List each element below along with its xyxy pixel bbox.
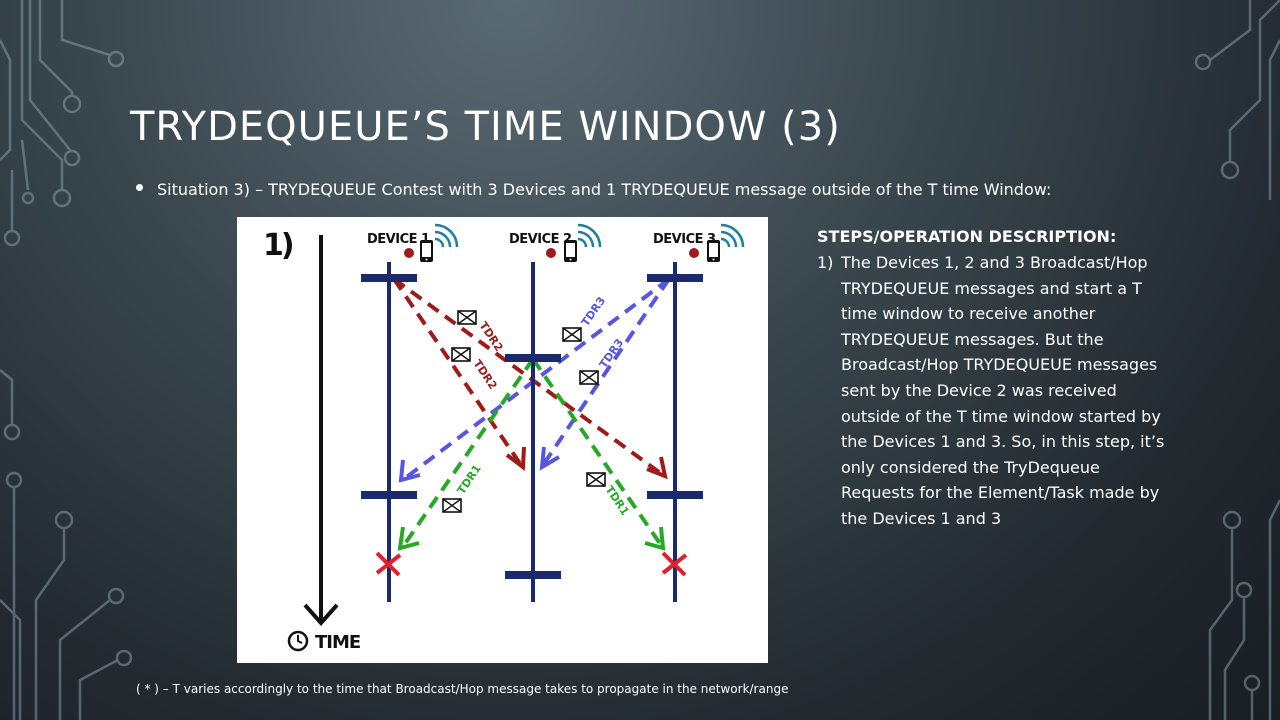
time-axis <box>303 235 339 627</box>
device-3-wifi-icon <box>719 223 745 249</box>
steps-panel: STEPS/OPERATION DESCRIPTION: 1) The Devi… <box>817 226 1167 532</box>
tdr3-envelope-a-icon <box>562 327 582 342</box>
diagram-step-number: 1) <box>263 228 293 263</box>
device-1-wifi-icon <box>433 223 459 249</box>
tdr3-envelope-b-icon <box>579 370 599 385</box>
time-label: TIME <box>315 632 360 653</box>
step-text: The Devices 1, 2 and 3 Broadcast/Hop TRY… <box>841 253 1165 528</box>
device-3-label: DEVICE 3 <box>653 232 716 247</box>
device-1-phone-icon <box>420 240 433 262</box>
device-2-label: DEVICE 2 <box>509 232 572 247</box>
tdr1-label-b: TDR1 <box>603 483 632 517</box>
tdr3-label-a: TDR3 <box>579 294 608 328</box>
clock-icon <box>287 630 309 652</box>
tdr2-label-a: TDR2 <box>477 319 506 353</box>
device-2-wifi-icon <box>576 223 602 249</box>
tdr3-label-b: TDR3 <box>597 336 626 370</box>
tdr3-arrow-to-device1 <box>402 277 671 481</box>
device-1-status-dot <box>404 248 414 258</box>
bullet-dot <box>136 184 143 191</box>
situation-bullet: Situation 3) – TRYDEQUEUE Contest with 3… <box>136 180 1051 199</box>
step-number: 1) <box>817 253 834 272</box>
tdr2-label-b: TDR2 <box>471 357 500 391</box>
step-item: 1) The Devices 1, 2 and 3 Broadcast/Hop … <box>817 250 1167 532</box>
tdr1-envelope-a-icon <box>442 498 462 513</box>
tdr2-envelope-b-icon <box>451 347 471 362</box>
slide-title: TRYDEQUEUE’S TIME WINDOW (3) <box>130 104 841 150</box>
device-2-status-dot <box>546 248 556 258</box>
sequence-diagram-svg: 1) TIME DEVICE 1 DEVICE 2 DEVICE 3 TDR2 … <box>263 223 745 653</box>
steps-heading: STEPS/OPERATION DESCRIPTION: <box>817 227 1117 246</box>
tdr2-envelope-a-icon <box>457 310 477 325</box>
sequence-diagram: 1) TIME DEVICE 1 DEVICE 2 DEVICE 3 TDR2 … <box>237 217 768 663</box>
device-2-phone-icon <box>564 240 577 262</box>
tdr1-envelope-b-icon <box>586 472 606 487</box>
tdr2-arrow-to-device3 <box>392 277 665 477</box>
situation-text: Situation 3) – TRYDEQUEUE Contest with 3… <box>157 180 1052 199</box>
footnote: ( * ) – T varies accordingly to the time… <box>136 682 789 696</box>
device-3-phone-icon <box>707 240 720 262</box>
device-3-status-dot <box>689 248 699 258</box>
tdr3-arrow-to-device2 <box>541 277 671 467</box>
